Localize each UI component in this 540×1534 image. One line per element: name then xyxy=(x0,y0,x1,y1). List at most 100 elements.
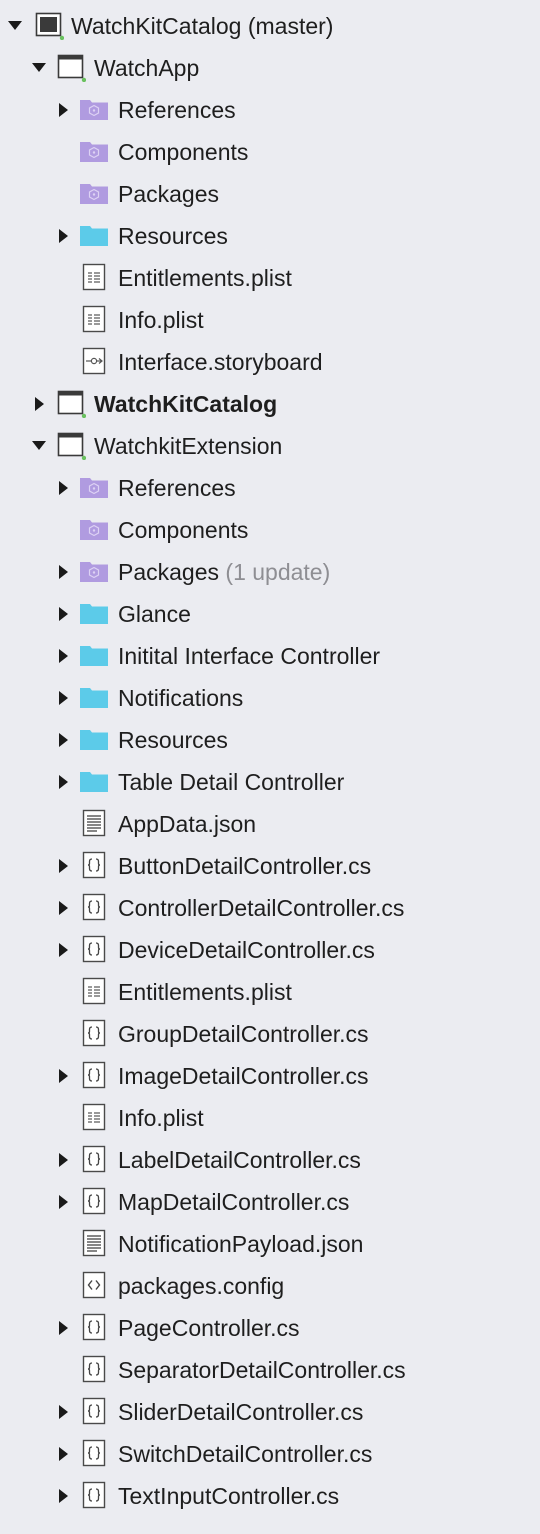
tree-item-buttondetailcontroller-cs[interactable]: ButtonDetailController.cs xyxy=(0,845,540,887)
csharp-file-icon xyxy=(79,1354,109,1384)
tree-item-initital-interface-controller[interactable]: Initital Interface Controller xyxy=(0,635,540,677)
disclosure-collapsed-icon[interactable] xyxy=(54,479,72,497)
tree-item-interface-storyboard[interactable]: Interface.storyboard xyxy=(0,341,540,383)
tree-item-groupdetailcontroller-cs[interactable]: GroupDetailController.cs xyxy=(0,1013,540,1055)
tree-item-label: packages.config xyxy=(118,1273,285,1299)
disclosure-collapsed-icon[interactable] xyxy=(54,1319,72,1337)
tree-item-label: Packages xyxy=(118,181,220,207)
tree-item-mapdetailcontroller-cs[interactable]: MapDetailController.cs xyxy=(0,1181,540,1223)
tree-item-separatordetailcontroller-cs[interactable]: SeparatorDetailController.cs xyxy=(0,1349,540,1391)
disclosure-collapsed-icon[interactable] xyxy=(54,1487,72,1505)
disclosure-collapsed-icon[interactable] xyxy=(54,647,72,665)
tree-item-textinputcontroller-cs[interactable]: TextInputController.cs xyxy=(0,1475,540,1517)
disclosure-collapsed-icon[interactable] xyxy=(54,1067,72,1085)
tree-item-entitlements-plist[interactable]: Entitlements.plist xyxy=(0,971,540,1013)
purple-folder-icon xyxy=(79,136,109,166)
tree-item-pagecontroller-cs[interactable]: PageController.cs xyxy=(0,1307,540,1349)
tree-item-label: PageController.cs xyxy=(118,1315,300,1341)
solution-icon xyxy=(34,10,65,41)
tree-item-label: ButtonDetailController.cs xyxy=(118,853,372,879)
tree-item-packages[interactable]: Packages xyxy=(0,173,540,215)
tree-item-label: ImageDetailController.cs xyxy=(118,1063,369,1089)
disclosure-collapsed-icon[interactable] xyxy=(54,773,72,791)
tree-item-labeldetailcontroller-cs[interactable]: LabelDetailController.cs xyxy=(0,1139,540,1181)
tree-item-label: WatchKitCatalog (master) xyxy=(71,13,334,39)
disclosure-collapsed-icon[interactable] xyxy=(54,731,72,749)
purple-folder-icon xyxy=(79,472,109,502)
folder-icon xyxy=(79,220,109,250)
disclosure-collapsed-icon[interactable] xyxy=(54,1445,72,1463)
tree-item-label: References xyxy=(118,475,236,501)
tree-item-notificationpayload-json[interactable]: NotificationPayload.json xyxy=(0,1223,540,1265)
tree-item-watchkitcatalog-master[interactable]: WatchKitCatalog (master) xyxy=(0,5,540,47)
disclosure-collapsed-icon[interactable] xyxy=(54,605,72,623)
tree-item-label: Initital Interface Controller xyxy=(118,643,381,669)
disclosure-collapsed-icon[interactable] xyxy=(54,689,72,707)
tree-item-info-plist[interactable]: Info.plist xyxy=(0,299,540,341)
tree-item-label: References xyxy=(118,97,236,123)
plist-file-icon xyxy=(79,1102,109,1132)
purple-folder-icon xyxy=(79,94,109,124)
tree-item-imagedetailcontroller-cs[interactable]: ImageDetailController.cs xyxy=(0,1055,540,1097)
csharp-file-icon xyxy=(79,1312,109,1342)
tree-item-resources[interactable]: Resources xyxy=(0,719,540,761)
tree-item-label: ControllerDetailController.cs xyxy=(118,895,405,921)
tree-item-label: Info.plist xyxy=(118,1105,204,1131)
tree-item-references[interactable]: References xyxy=(0,89,540,131)
tree-item-label: Glance xyxy=(118,601,191,627)
disclosure-collapsed-icon[interactable] xyxy=(54,899,72,917)
tree-item-label: LabelDetailController.cs xyxy=(118,1147,361,1173)
tree-item-components[interactable]: Components xyxy=(0,131,540,173)
disclosure-collapsed-icon[interactable] xyxy=(54,1151,72,1169)
tree-item-packages[interactable]: Packages (1 update) xyxy=(0,551,540,593)
tree-item-info-plist[interactable]: Info.plist xyxy=(0,1097,540,1139)
tree-item-entitlements-plist[interactable]: Entitlements.plist xyxy=(0,257,540,299)
disclosure-expanded-icon[interactable] xyxy=(30,59,48,77)
purple-folder-icon xyxy=(79,514,109,544)
tree-item-devicedetailcontroller-cs[interactable]: DeviceDetailController.cs xyxy=(0,929,540,971)
tree-item-label: SwitchDetailController.cs xyxy=(118,1441,373,1467)
tree-item-label: Info.plist xyxy=(118,307,204,333)
tree-item-label: WatchkitExtension xyxy=(94,433,283,459)
tree-item-watchapp[interactable]: WatchApp xyxy=(0,47,540,89)
tree-item-table-detail-controller[interactable]: Table Detail Controller xyxy=(0,761,540,803)
tree-item-label: TextInputController.cs xyxy=(118,1483,340,1509)
disclosure-collapsed-icon[interactable] xyxy=(54,1193,72,1211)
tree-item-label: DeviceDetailController.cs xyxy=(118,937,375,963)
tree-item-resources[interactable]: Resources xyxy=(0,215,540,257)
tree-item-label: SeparatorDetailController.cs xyxy=(118,1357,406,1383)
disclosure-collapsed-icon[interactable] xyxy=(54,857,72,875)
csharp-file-icon xyxy=(79,934,109,964)
disclosure-collapsed-icon[interactable] xyxy=(54,227,72,245)
tree-item-notifications[interactable]: Notifications xyxy=(0,677,540,719)
disclosure-expanded-icon[interactable] xyxy=(6,17,24,35)
tree-item-sliderdetailcontroller-cs[interactable]: SliderDetailController.cs xyxy=(0,1391,540,1433)
disclosure-collapsed-icon[interactable] xyxy=(30,395,48,413)
update-count-note: (1 update) xyxy=(225,559,331,585)
folder-icon xyxy=(79,724,109,754)
disclosure-collapsed-icon[interactable] xyxy=(54,101,72,119)
tree-item-watchkitcatalog[interactable]: WatchKitCatalog xyxy=(0,383,540,425)
plist-file-icon xyxy=(79,262,109,292)
tree-item-components[interactable]: Components xyxy=(0,509,540,551)
csharp-file-icon xyxy=(79,1060,109,1090)
disclosure-collapsed-icon[interactable] xyxy=(54,1403,72,1421)
tree-item-glance[interactable]: Glance xyxy=(0,593,540,635)
tree-item-label: AppData.json xyxy=(118,811,257,837)
config-file-icon xyxy=(79,1270,109,1300)
disclosure-expanded-icon[interactable] xyxy=(30,437,48,455)
tree-item-label: Packages (1 update) xyxy=(118,559,331,585)
tree-item-references[interactable]: References xyxy=(0,467,540,509)
tree-item-packages-config[interactable]: packages.config xyxy=(0,1265,540,1307)
tree-item-label: WatchKitCatalog xyxy=(94,391,278,417)
tree-item-appdata-json[interactable]: AppData.json xyxy=(0,803,540,845)
disclosure-collapsed-icon[interactable] xyxy=(54,563,72,581)
tree-item-watchkitextension[interactable]: WatchkitExtension xyxy=(0,425,540,467)
disclosure-collapsed-icon[interactable] xyxy=(54,941,72,959)
csharp-file-icon xyxy=(79,1438,109,1468)
tree-item-label: Entitlements.plist xyxy=(118,265,292,291)
folder-icon xyxy=(79,640,109,670)
tree-item-switchdetailcontroller-cs[interactable]: SwitchDetailController.cs xyxy=(0,1433,540,1475)
tree-item-controllerdetailcontroller-cs[interactable]: ControllerDetailController.cs xyxy=(0,887,540,929)
tree-item-label: Interface.storyboard xyxy=(118,349,323,375)
